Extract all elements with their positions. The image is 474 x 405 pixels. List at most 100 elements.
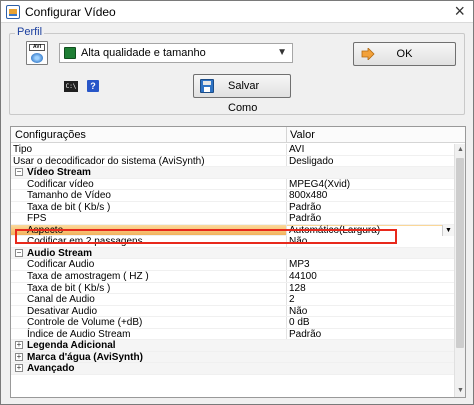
floppy-disk-icon [200, 79, 214, 93]
property-name: Tipo [13, 144, 33, 155]
property-value[interactable]: 2 [289, 295, 295, 305]
property-name: Vídeo Stream [27, 167, 91, 179]
profile-quality-icon [64, 47, 76, 59]
property-row[interactable]: Tipo AVI [11, 144, 454, 156]
property-name: Desativar Audio [27, 305, 98, 317]
profile-group-label: Perfil [15, 26, 45, 38]
avi-format-icon[interactable]: AVI [26, 41, 48, 65]
property-row[interactable]: Taxa de bit ( Kb/s ) 128 [11, 282, 454, 295]
save-as-button[interactable]: Salvar Como [193, 74, 291, 114]
property-row[interactable]: Usar o decodificador do sistema (AviSynt… [11, 155, 454, 168]
property-value[interactable]: Desligado [289, 156, 333, 167]
chevron-down-icon[interactable]: ▼ [277, 47, 287, 58]
expand-icon[interactable]: + [15, 352, 23, 361]
property-name: Taxa de amostragem ( HZ ) [27, 271, 149, 283]
expand-icon[interactable]: + [15, 364, 23, 373]
property-rows: Tipo AVI Usar o decodificador do sistema (… [11, 144, 454, 375]
grid-header: Configurações Valor [11, 127, 465, 143]
chevron-down-icon[interactable]: ▼ [442, 224, 454, 236]
property-row[interactable]: Canal de Audio 2 [11, 294, 454, 306]
property-value[interactable]: Padrão [289, 329, 321, 340]
arrow-right-icon [361, 48, 375, 60]
property-row[interactable]: Codificar vídeo MPEG4(Xvid) [11, 178, 454, 191]
property-value[interactable]: MPEG4(Xvid) [289, 179, 350, 190]
avi-format-badge: AVI [29, 44, 45, 51]
expand-icon[interactable]: + [15, 341, 23, 350]
property-name: Audio Stream [27, 247, 93, 259]
category-row[interactable]: − Audio Stream [11, 247, 454, 260]
ok-button-label: OK [396, 48, 413, 60]
column-separator [286, 305, 287, 317]
category-row[interactable]: + Marca d'água (AviSynth) [11, 351, 454, 364]
column-separator [286, 144, 287, 155]
property-grid: Configurações Valor Tipo AVI Usar o decodi… [10, 126, 466, 398]
command-line-icon[interactable]: C:\ [64, 81, 78, 92]
property-row[interactable]: Aspecto Automático(Largura) ▼ [11, 224, 454, 237]
property-value[interactable]: 44100 [289, 272, 317, 282]
configure-video-dialog: Configurar Vídeo × Perfil AVI Alta quali… [0, 0, 474, 405]
scrollbar-thumb[interactable] [456, 158, 464, 348]
column-separator [286, 317, 287, 328]
help-icon[interactable]: ? [87, 80, 99, 92]
property-value[interactable]: 0 dB [289, 318, 310, 328]
category-row[interactable]: + Avançado [11, 363, 454, 375]
property-name: Controle de Volume (+dB) [27, 317, 143, 329]
category-row[interactable]: − Vídeo Stream [11, 167, 454, 179]
collapse-icon[interactable]: − [15, 168, 23, 177]
column-separator [286, 271, 287, 282]
column-header-settings[interactable]: Configurações [15, 129, 86, 141]
ok-button[interactable]: OK [353, 42, 456, 66]
column-separator [286, 294, 287, 305]
property-value[interactable]: Automático(Largura) [287, 225, 452, 236]
property-row[interactable]: FPS Padrão [11, 213, 454, 225]
property-name: Avançado [27, 363, 75, 375]
property-value[interactable]: Padrão [289, 202, 321, 213]
property-name: FPS [27, 213, 47, 225]
property-name: Marca d'água (AviSynth) [27, 351, 143, 363]
profile-dropdown-value: Alta qualidade e tamanho [81, 47, 206, 59]
property-row[interactable]: Codificar em 2 passagens Não [11, 236, 454, 248]
category-row[interactable]: + Legenda Adicional [11, 340, 454, 352]
property-row[interactable]: Desativar Audio Não [11, 305, 454, 318]
column-separator [286, 190, 287, 201]
app-icon [6, 5, 20, 19]
property-row[interactable]: Índice de Audio Stream Padrão [11, 328, 454, 341]
property-row[interactable]: Controle de Volume (+dB) 0 dB [11, 317, 454, 329]
disc-icon [31, 53, 43, 63]
property-name: Tamanho de Vídeo [27, 190, 111, 202]
property-value[interactable]: Não [289, 237, 307, 247]
column-separator [286, 201, 287, 213]
property-row[interactable]: Taxa de amostragem ( HZ ) 44100 [11, 271, 454, 283]
close-icon[interactable]: × [454, 2, 465, 20]
property-name: Aspecto [27, 224, 64, 236]
vertical-scrollbar[interactable]: ▲ ▼ [454, 144, 465, 397]
property-name: Taxa de bit ( Kb/s ) [27, 201, 111, 213]
scroll-up-icon[interactable]: ▲ [455, 144, 465, 156]
column-separator [286, 328, 287, 340]
column-separator [286, 213, 287, 224]
property-row[interactable]: Taxa de bit ( Kb/s ) Padrão [11, 201, 454, 214]
property-name: Codificar vídeo [27, 178, 94, 190]
column-header-value[interactable]: Valor [290, 129, 315, 141]
scroll-down-icon[interactable]: ▼ [455, 385, 465, 397]
property-value[interactable]: MP3 [289, 260, 310, 270]
property-row[interactable]: Codificar Audio MP3 [11, 259, 454, 272]
property-name: Índice de Audio Stream [27, 328, 131, 340]
collapse-icon[interactable]: − [15, 248, 23, 257]
property-value[interactable]: 128 [289, 283, 306, 294]
property-name: Taxa de bit ( Kb/s ) [27, 282, 111, 294]
window-title: Configurar Vídeo [25, 5, 116, 19]
save-as-button-label: Salvar Como [228, 80, 260, 114]
property-row[interactable]: Tamanho de Vídeo 800x480 [11, 190, 454, 202]
header-separator [286, 127, 287, 143]
property-value[interactable]: AVI [289, 145, 304, 155]
property-value[interactable]: Padrão [289, 214, 321, 224]
property-name: Usar o decodificador do sistema (AviSynt… [13, 155, 205, 167]
property-name: Canal de Audio [27, 294, 95, 306]
property-value[interactable]: Não [289, 306, 307, 317]
property-name: Codificar Audio [27, 259, 95, 271]
property-value[interactable]: 800x480 [289, 191, 327, 201]
profile-dropdown[interactable]: Alta qualidade e tamanho ▼ [59, 43, 293, 63]
property-name: Legenda Adicional [27, 340, 116, 352]
column-separator [286, 155, 287, 167]
